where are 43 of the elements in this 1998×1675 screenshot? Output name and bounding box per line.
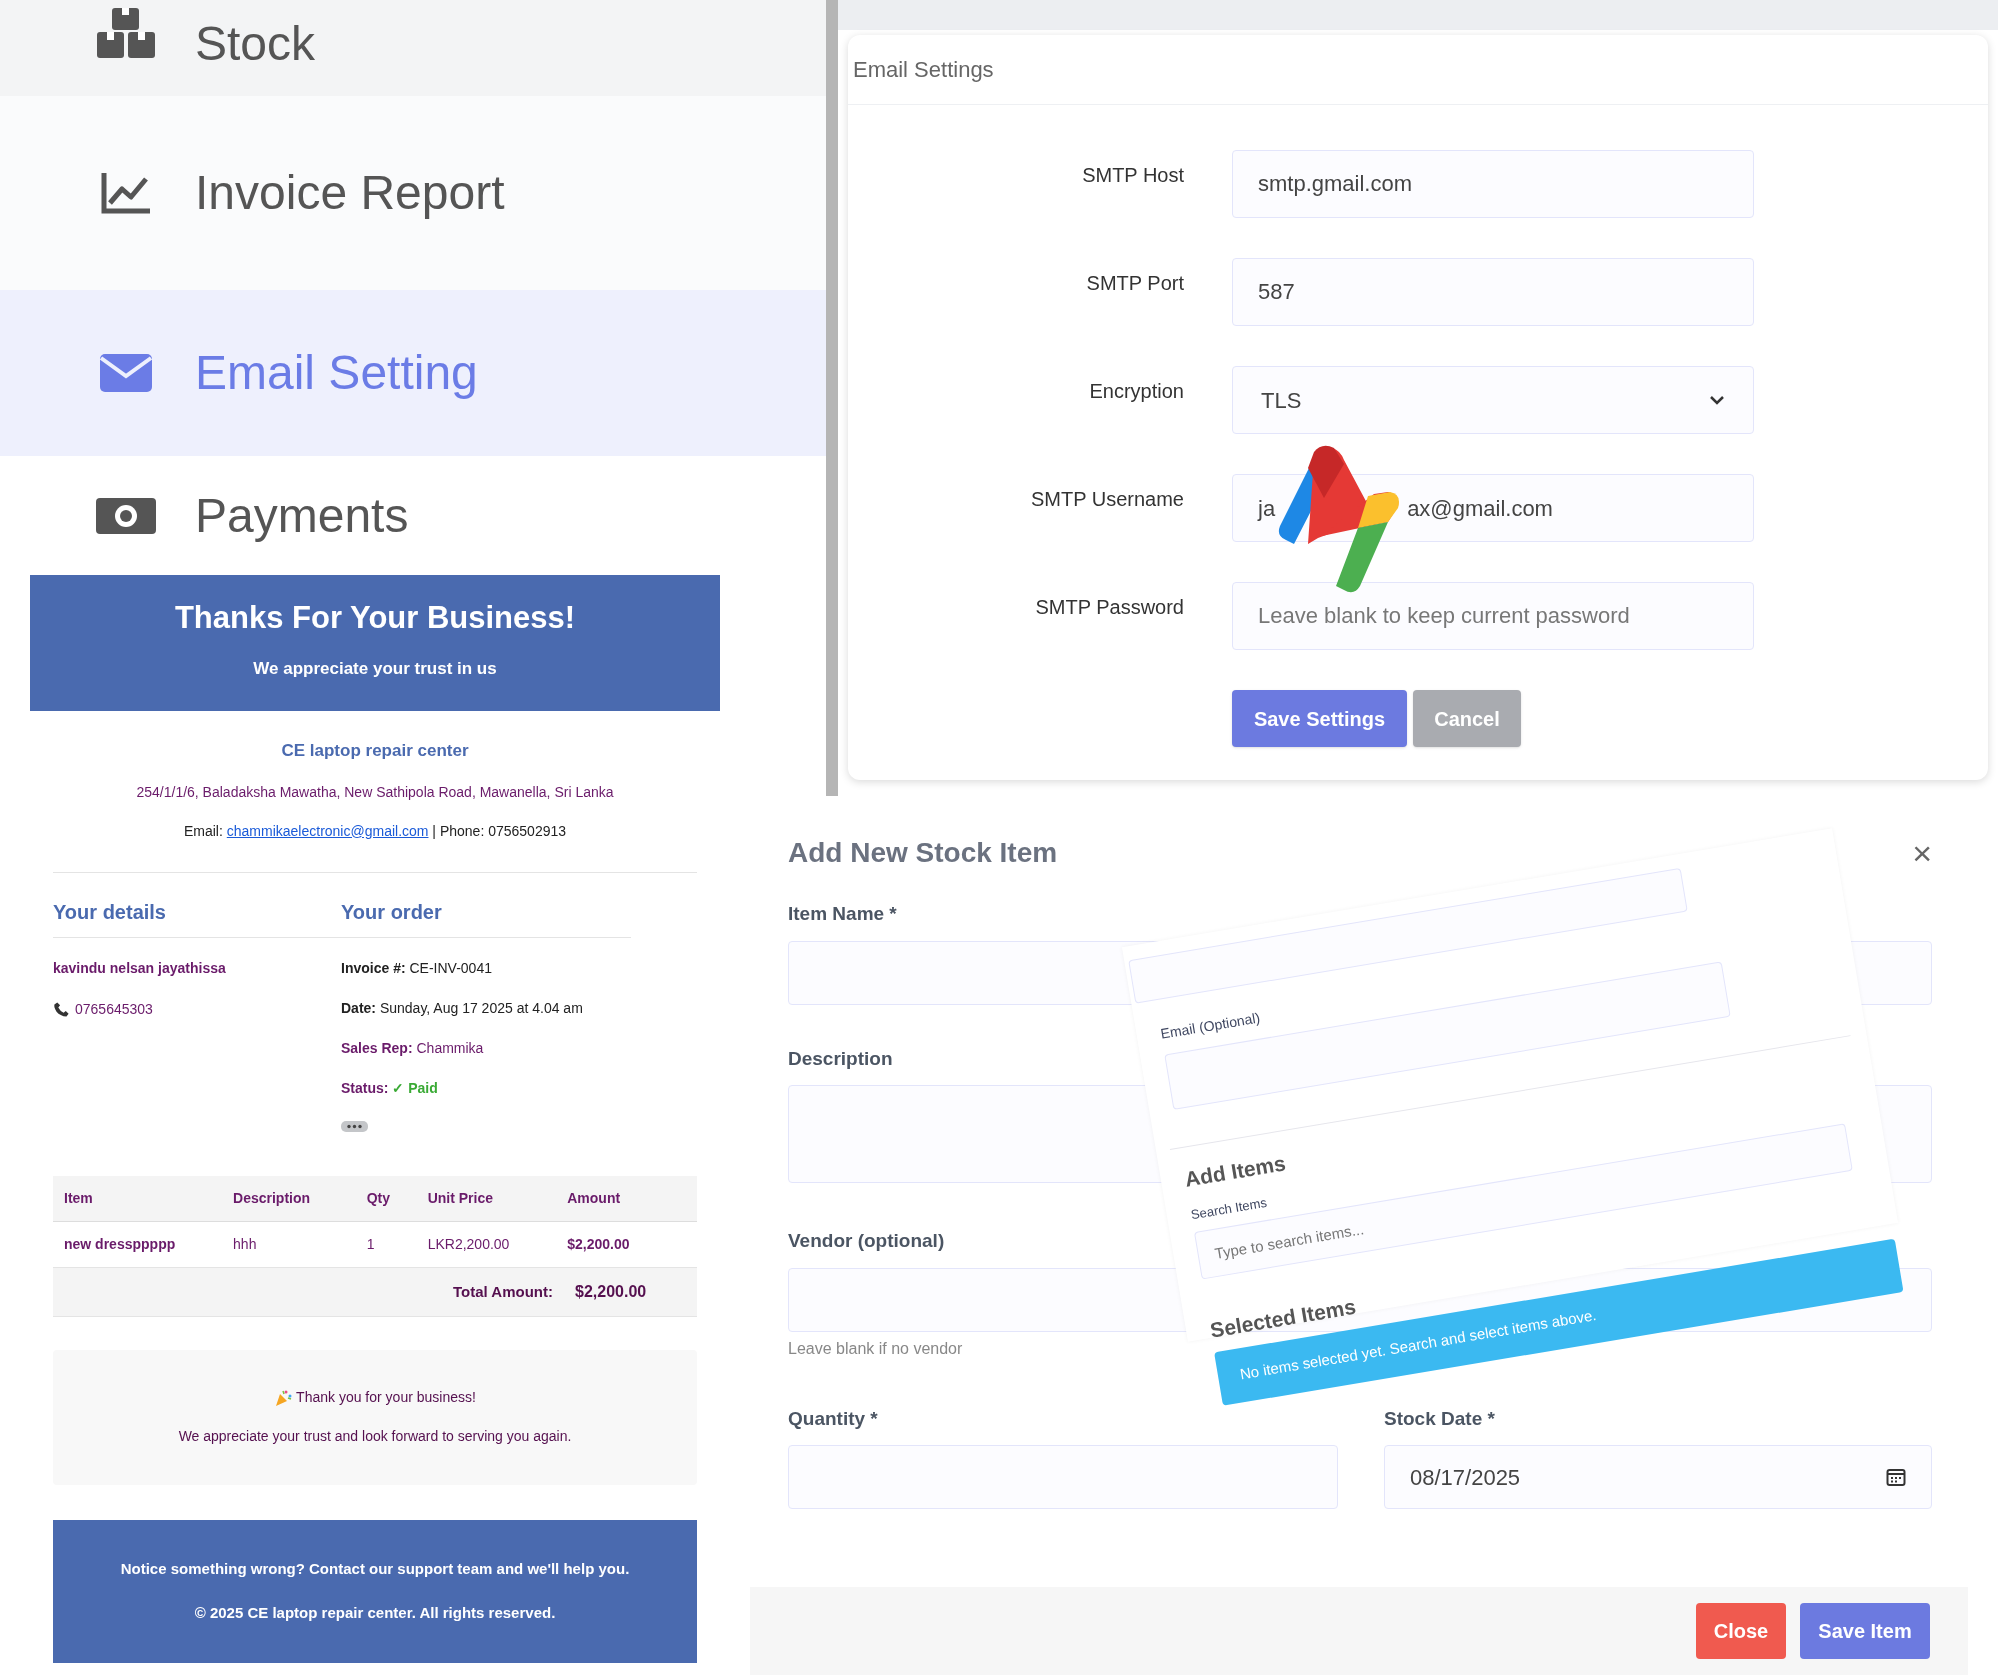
company-name: CE laptop repair center [281,740,469,762]
field-label: SMTP Password [1034,595,1184,620]
table-cell: new dressppppp [64,1236,176,1252]
table-cell: 1 [366,1236,375,1252]
customer-name: kavindu nelsan jayathissa [53,958,227,978]
order-detail: Status: ✓ Paid [341,1078,439,1098]
total-label: Total Amount: [453,1282,553,1300]
card-title: Email Settings [853,56,994,84]
field-label: Quantity * [788,1406,878,1431]
total-value: $2,200.00 [575,1281,647,1302]
banner-subtitle: We appreciate your trust in us [253,657,497,680]
field-label: Item Name * [788,902,897,926]
column-header: Amount [567,1190,621,1206]
footer-text: © 2025 CE laptop repair center. All rights reserved. [194,1603,556,1623]
order-detail: Date: Sunday, Aug 17 2025 at 4.04 am [341,998,584,1018]
table-cell: $2,200.00 [567,1236,630,1252]
footer-text: Notice something wrong? Contact our support team and we'll help you. [120,1558,630,1579]
field-label: SMTP Username [1030,487,1184,512]
field-label: Description [788,1046,893,1071]
address-text: 254/1/1/6, Baladaksha Mawatha, New Sathipola Road, Mawanella, Sri Lanka [136,782,614,802]
column-header: Description [233,1190,311,1206]
table-cell: hhh [233,1236,257,1252]
section-heading: Your details [53,900,166,923]
contact-line: Email: chammikaelectronic@gmail.com | Phone: 0756502913 [183,821,567,841]
order-detail: Invoice #: CE-INV-0041 [341,958,493,978]
thanks-subtext: We appreciate your trust and look forward to serving you again. [178,1427,572,1446]
field-label: Encryption [1088,379,1184,404]
customer-phone: 0765645303 [75,999,153,1019]
field-label: SMTP Host [1081,163,1184,188]
hint-text: Leave blank if no vendor [788,1338,963,1359]
column-header: Qty [366,1190,391,1206]
order-detail: Sales Rep: Chammika [341,1038,485,1058]
field-label: SMTP Port [1085,271,1184,296]
table-cell: LKR2,200.00 [427,1236,510,1252]
banner-title: Thanks For Your Business! [174,599,576,637]
modal-title: Add New Stock Item [788,836,1058,870]
field-label: Email (Optional) [1159,1008,1262,1044]
section-heading: Your order [341,900,442,923]
column-header: Item [64,1190,93,1206]
field-label: Stock Date * [1384,1406,1495,1431]
column-header: Unit Price [427,1190,494,1206]
thanks-text: Thank you for your business! [296,1388,476,1407]
field-label: Vendor (optional) [788,1229,945,1253]
